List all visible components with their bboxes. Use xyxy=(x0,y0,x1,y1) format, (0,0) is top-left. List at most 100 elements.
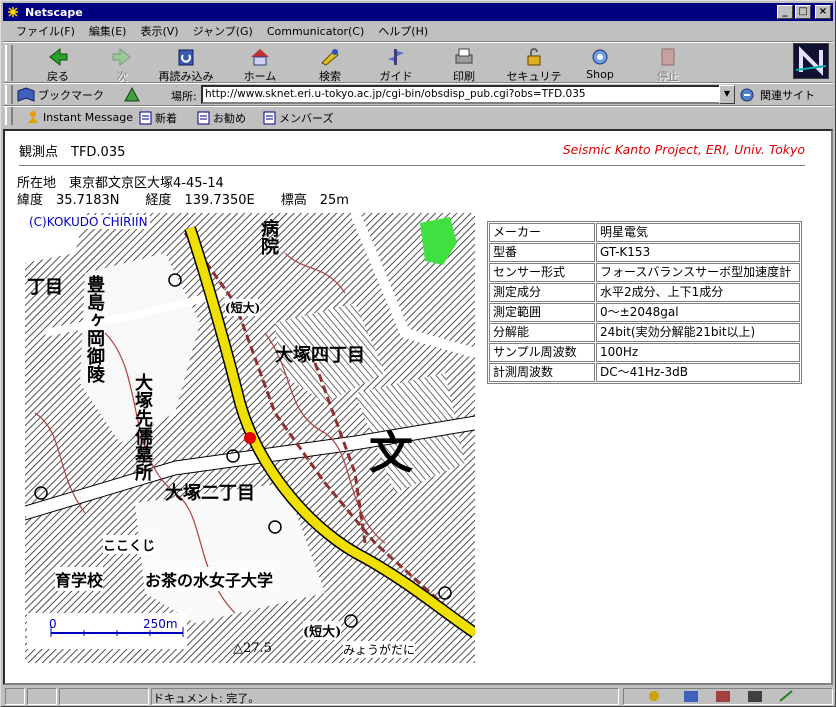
new-link[interactable]: 新着 xyxy=(139,110,177,126)
maximize-button[interactable]: □ xyxy=(795,5,811,19)
spec-value: GT-K153 xyxy=(596,243,800,262)
menu-help[interactable]: ヘルプ(H) xyxy=(371,23,435,39)
search-button[interactable]: 検索 xyxy=(299,45,361,83)
personal-toolbar: Instant Message 新着 お勧め メンバーズ xyxy=(3,107,833,127)
menu-go[interactable]: ジャンプ(G) xyxy=(186,23,260,39)
security-button[interactable]: セキュリティ xyxy=(503,45,565,99)
stop-icon xyxy=(661,48,675,66)
project-title: Seismic Kanto Project, ERI, Univ. Tokyo xyxy=(562,142,805,157)
spec-row: 計測周波数 DC～41Hz-3dB xyxy=(489,363,800,382)
spec-key: 測定成分 xyxy=(489,283,595,302)
shop-button[interactable]: Shop xyxy=(569,45,631,81)
back-button[interactable]: 戻る xyxy=(27,45,89,83)
spec-row: 型番 GT-K153 xyxy=(489,243,800,262)
map-label-chome: 丁目 xyxy=(27,277,63,298)
spec-table: メーカー 明星電気 型番 GT-K153 センサー形式 フォースバランスサーボ型加速度計測… xyxy=(487,221,802,384)
component-icons xyxy=(649,690,793,702)
reload-icon xyxy=(178,49,194,66)
map-label-toshima: 豊島ヶ岡御陵 xyxy=(84,275,105,383)
scale-start-label: 0 xyxy=(49,617,57,631)
bookmark-icon xyxy=(17,87,35,102)
menu-bar: ファイル(F) 編集(E) 表示(V) ジャンプ(G) Communicator… xyxy=(3,21,833,41)
window-title: Netscape xyxy=(25,5,83,19)
minimize-button[interactable]: _ xyxy=(777,5,793,19)
status-bar: ドキュメント: 完了。 xyxy=(3,687,833,706)
spec-value: 明星電気 xyxy=(596,223,800,242)
shop-icon xyxy=(592,49,608,65)
netscape-logo[interactable] xyxy=(793,43,829,79)
page-content[interactable]: 観測点 TFD.035 Seismic Kanto Project, ERI, … xyxy=(3,129,833,685)
map-label-bun: 文 xyxy=(369,428,413,479)
coordinates-text: 緯度 35.7183N 経度 139.7350E 標高 25m xyxy=(17,193,349,208)
map-label-ochanomizu: お茶の水女子大学 xyxy=(145,567,274,591)
toolbar-grip[interactable] xyxy=(5,45,13,81)
map-label-tandai-top: (短大) xyxy=(225,299,261,316)
spec-key: 型番 xyxy=(489,243,595,262)
map-label-ikugakko: 育学校 xyxy=(55,567,104,591)
related-sites-button[interactable]: 関連サイト xyxy=(739,87,815,103)
map-label-sentoku: 大塚先儒墓所 xyxy=(132,373,153,481)
spec-key: 計測周波数 xyxy=(489,363,595,382)
map-label-kokokuji: ここくじ xyxy=(103,535,156,554)
person-icon xyxy=(28,111,38,123)
spec-key: センサー形式 xyxy=(489,263,595,282)
title-bar: Netscape _ □ × xyxy=(3,3,833,21)
map-label-otsuka-2: 大塚二丁目 xyxy=(165,483,255,504)
map-label-myogadani: みょうがだに xyxy=(343,641,416,658)
location-info: 所在地 東京都文京区大塚4-45-14 緯度 35.7183N 経度 139.7… xyxy=(17,175,349,209)
spec-row: 分解能 24bit(実効分解能21bit以上) xyxy=(489,323,800,342)
print-button[interactable]: 印刷 xyxy=(433,45,495,83)
url-field[interactable]: http://www.sknet.eri.u-tokyo.ac.jp/cgi-b… xyxy=(201,85,721,104)
page-proxy-icon[interactable] xyxy=(123,86,141,103)
map-label-otsuka-4: 大塚四丁目 xyxy=(275,345,365,366)
scale-end-label: 250m xyxy=(143,617,178,631)
spec-value: DC～41Hz-3dB xyxy=(596,363,800,382)
map-copyright: (C)KOKUDO CHIRIIN xyxy=(27,215,150,229)
reload-button[interactable]: 再読み込み xyxy=(155,45,217,83)
instant-message-link[interactable]: Instant Message xyxy=(27,110,133,124)
document-link-icon xyxy=(197,111,210,125)
lock-icon xyxy=(527,48,541,66)
netscape-icon xyxy=(6,5,20,19)
spec-row: 測定範囲 0～±2048gal xyxy=(489,303,800,322)
connection-status-icon xyxy=(27,688,57,705)
recommend-link[interactable]: お勧め xyxy=(197,110,246,126)
home-icon xyxy=(251,49,269,66)
security-status-icon[interactable] xyxy=(5,688,25,705)
spec-key: サンプル周波数 xyxy=(489,343,595,362)
map-label-elevation: △27.5 xyxy=(233,641,272,656)
menu-communicator[interactable]: Communicator(C) xyxy=(260,25,371,38)
browser-window: Netscape _ □ × ファイル(F) 編集(E) 表示(V) ジャンプ(… xyxy=(0,0,836,707)
location-label: 場所: xyxy=(171,90,197,103)
toolbar-grip[interactable] xyxy=(5,107,13,125)
print-icon xyxy=(455,48,473,64)
bookmarks-button[interactable]: ブックマーク xyxy=(17,87,104,103)
toolbar-grip[interactable] xyxy=(5,85,13,104)
spec-value: フォースバランスサーボ型加速度計 xyxy=(596,263,800,282)
stop-button[interactable]: 停止 xyxy=(637,45,699,83)
menu-edit[interactable]: 編集(E) xyxy=(82,23,134,39)
spec-value: 水平2成分、上下1成分 xyxy=(596,283,800,302)
document-link-icon xyxy=(139,111,152,125)
menu-view[interactable]: 表示(V) xyxy=(133,23,185,39)
close-button[interactable]: × xyxy=(815,5,831,19)
menu-file[interactable]: ファイル(F) xyxy=(9,23,82,39)
map-label-tandai-bottom: (短大) xyxy=(303,621,342,640)
map-label-hospital: 病院 xyxy=(258,219,279,255)
search-icon xyxy=(321,49,339,66)
spec-row: サンプル周波数 100Hz xyxy=(489,343,800,362)
address-text: 所在地 東京都文京区大塚4-45-14 xyxy=(17,176,224,191)
observation-point: 観測点 TFD.035 xyxy=(19,145,126,160)
home-button[interactable]: ホーム xyxy=(229,45,291,83)
station-map: (C)KOKUDO CHIRIIN 病院 丁目 豊島ヶ岡御陵 大塚四丁目 大塚先… xyxy=(25,213,475,663)
guide-button[interactable]: ガイド xyxy=(365,45,427,83)
spec-value: 100Hz xyxy=(596,343,800,362)
document-link-icon xyxy=(263,111,276,125)
spec-row: センサー形式 フォースバランスサーボ型加速度計 xyxy=(489,263,800,282)
map-scale: 0 250m xyxy=(27,613,187,649)
netscape-n-icon xyxy=(794,44,828,78)
members-link[interactable]: メンバーズ xyxy=(263,110,333,126)
url-dropdown-button[interactable]: ▼ xyxy=(719,85,735,104)
spec-key: 分解能 xyxy=(489,323,595,342)
forward-button[interactable]: 次 xyxy=(91,45,153,83)
